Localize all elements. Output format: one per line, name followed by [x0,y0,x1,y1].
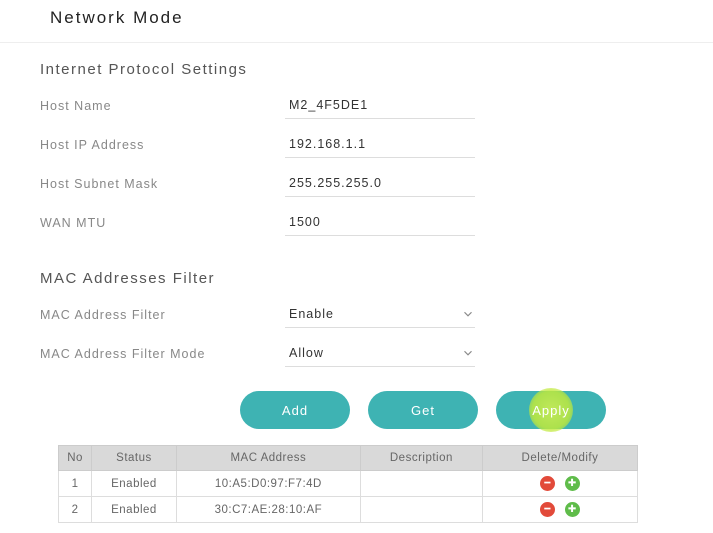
cell-status: Enabled [92,471,177,497]
cell-actions: ━ ✚ [482,471,637,497]
mac-section-title: MAC Addresses Filter [40,270,673,287]
mac-mode-select[interactable]: Allow [285,340,475,367]
page-title: Network Mode [50,8,683,28]
host-name-input[interactable] [285,92,475,119]
mtu-input[interactable] [285,209,475,236]
cell-actions: ━ ✚ [482,497,637,523]
cell-desc [360,471,482,497]
subnet-input[interactable] [285,170,475,197]
th-no: No [59,446,92,471]
mac-mode-label: MAC Address Filter Mode [40,347,285,361]
host-name-label: Host Name [40,99,285,113]
modify-icon[interactable]: ✚ [565,476,580,491]
th-mac: MAC Address [176,446,360,471]
chevron-down-icon [461,307,475,321]
apply-button[interactable]: Apply [496,391,606,429]
cell-no: 2 [59,497,92,523]
mtu-row: WAN MTU [40,209,673,236]
host-ip-input[interactable] [285,131,475,158]
th-status: Status [92,446,177,471]
chevron-down-icon [461,346,475,360]
th-desc: Description [360,446,482,471]
content-area: Internet Protocol Settings Host Name Hos… [0,43,713,533]
mac-mode-value: Allow [289,346,324,360]
th-dm: Delete/Modify [482,446,637,471]
cell-no: 1 [59,471,92,497]
subnet-row: Host Subnet Mask [40,170,673,197]
table-row: 1 Enabled 10:A5:D0:97:F7:4D ━ ✚ [59,471,638,497]
cell-mac: 10:A5:D0:97:F7:4D [176,471,360,497]
host-ip-label: Host IP Address [40,138,285,152]
mac-filter-select[interactable]: Enable [285,301,475,328]
get-button[interactable]: Get [368,391,478,429]
modify-icon[interactable]: ✚ [565,502,580,517]
table-header-row: No Status MAC Address Description Delete… [59,446,638,471]
mac-filter-label: MAC Address Filter [40,308,285,322]
host-ip-row: Host IP Address [40,131,673,158]
subnet-label: Host Subnet Mask [40,177,285,191]
button-row: Add Get Apply [240,391,673,429]
mac-mode-row: MAC Address Filter Mode Allow [40,340,673,367]
cell-status: Enabled [92,497,177,523]
cell-mac: 30:C7:AE:28:10:AF [176,497,360,523]
table-row: 2 Enabled 30:C7:AE:28:10:AF ━ ✚ [59,497,638,523]
mtu-label: WAN MTU [40,216,285,230]
cell-desc [360,497,482,523]
delete-icon[interactable]: ━ [540,502,555,517]
delete-icon[interactable]: ━ [540,476,555,491]
ip-section-title: Internet Protocol Settings [40,61,673,78]
title-bar: Network Mode [0,0,713,43]
mac-filter-row: MAC Address Filter Enable [40,301,673,328]
mac-filter-value: Enable [289,307,334,321]
add-button[interactable]: Add [240,391,350,429]
host-name-row: Host Name [40,92,673,119]
apply-label: Apply [532,403,570,418]
mac-address-table: No Status MAC Address Description Delete… [58,445,638,523]
